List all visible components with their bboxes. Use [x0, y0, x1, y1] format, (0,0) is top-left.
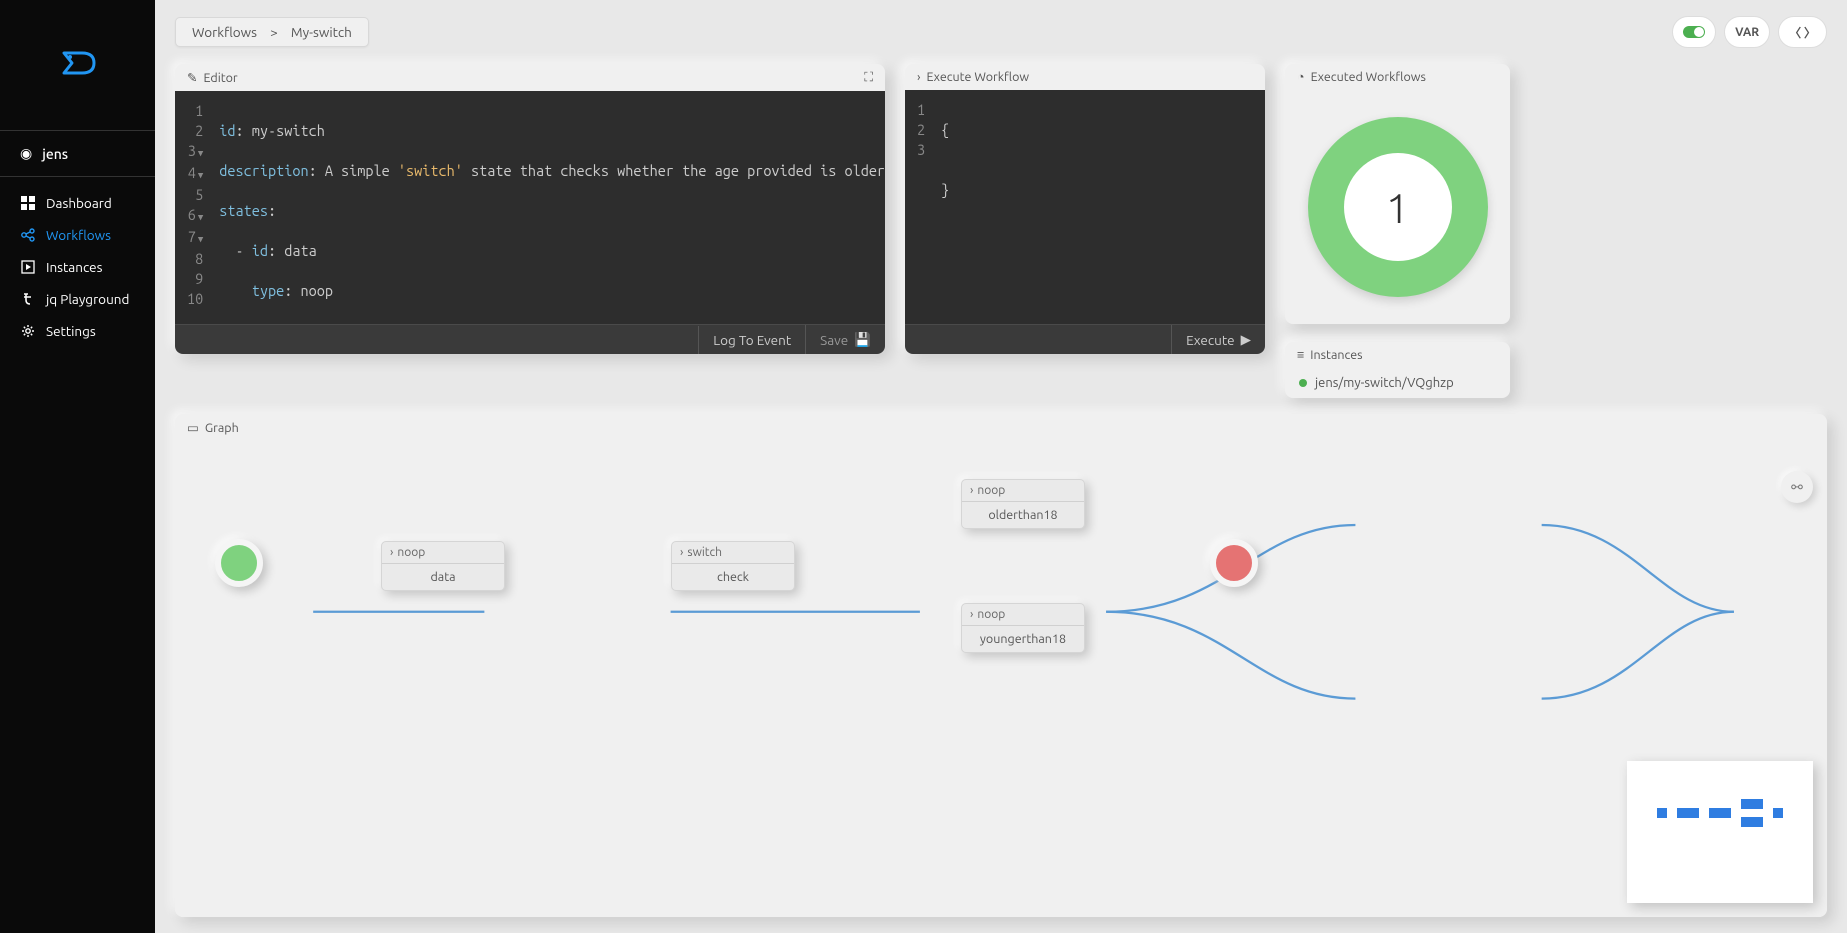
donut-ring: 1	[1308, 117, 1488, 297]
sidebar-item-label: Instances	[46, 259, 103, 275]
workflows-icon	[20, 227, 36, 243]
execute-button[interactable]: Execute ▶	[1171, 325, 1265, 354]
sidebar-item-jq-playground[interactable]: jq Playground	[0, 283, 155, 315]
main-content: Workflows > My-switch VAR 〈 〉 ✎ Editor ⛶…	[155, 0, 1847, 933]
logo-area	[0, 0, 155, 130]
var-button[interactable]: VAR	[1724, 16, 1770, 48]
code-button[interactable]: 〈 〉	[1778, 16, 1827, 48]
sidebar-item-settings[interactable]: Settings	[0, 315, 155, 347]
editor-code[interactable]: 1 2 3▼ 4▼ 5 6▼ 7▼ 8 9 10 id: my-switch d…	[175, 91, 885, 324]
execute-input[interactable]: 1 2 3 { }	[905, 90, 1265, 324]
breadcrumb-root: Workflows	[192, 24, 257, 40]
minimap-content	[1637, 799, 1803, 827]
play-icon: ▶	[1241, 331, 1251, 348]
expand-icon[interactable]: ⛶	[864, 70, 873, 85]
right-column: ◔ Executed Workflows 1 ≡ Instances jens/…	[1285, 64, 1510, 398]
editor-footer: Log To Event Save 💾	[175, 324, 885, 354]
save-button[interactable]: Save 💾	[805, 325, 885, 354]
code-lines: id: my-switch description: A simple 'swi…	[209, 91, 885, 324]
pencil-icon: ✎	[187, 70, 197, 85]
sidebar-item-label: Dashboard	[46, 195, 112, 211]
graph-minimap[interactable]	[1627, 761, 1813, 903]
topbar: Workflows > My-switch VAR 〈 〉	[175, 16, 1827, 48]
editor-gutter: 1 2 3▼ 4▼ 5 6▼ 7▼ 8 9 10	[175, 91, 209, 324]
toggle-on-icon	[1683, 26, 1705, 38]
link-icon: ⚯	[1791, 479, 1803, 496]
sidebar-item-label: jq Playground	[46, 291, 129, 307]
breadcrumb-sep: >	[270, 24, 278, 40]
playground-icon	[20, 291, 36, 307]
executed-workflows-panel: ◔ Executed Workflows 1	[1285, 64, 1510, 324]
sidebar: ◉ jens Dashboard Workflows Instances jq …	[0, 0, 155, 933]
graph-title: Graph	[205, 421, 239, 435]
sidebar-item-instances[interactable]: Instances	[0, 251, 155, 283]
execute-panel: › Execute Workflow 1 2 3 { } Execute ▶	[905, 64, 1265, 354]
log-to-event-button[interactable]: Log To Event	[698, 326, 805, 354]
top-actions: VAR 〈 〉	[1672, 16, 1827, 48]
graph-node-data[interactable]: ›noop data	[381, 541, 505, 591]
graph-link-button[interactable]: ⚯	[1781, 471, 1813, 503]
executed-count: 1	[1344, 153, 1452, 261]
editor-header: ✎ Editor ⛶	[175, 64, 885, 91]
graph-node-youngerthan18[interactable]: ›noop youngerthan18	[961, 603, 1085, 653]
list-icon: ≡	[1297, 348, 1304, 362]
instances-title: Instances	[1310, 348, 1362, 362]
graph-end-node[interactable]	[1210, 539, 1258, 587]
breadcrumb[interactable]: Workflows > My-switch	[175, 17, 369, 47]
status-success-icon	[1299, 379, 1307, 387]
executed-title: Executed Workflows	[1311, 70, 1426, 84]
chevron-right-icon: ›	[680, 546, 683, 559]
instances-header: ≡ Instances	[1285, 342, 1510, 368]
graph-node-olderthan18[interactable]: ›noop olderthan18	[961, 479, 1085, 529]
graph-header: ▭ Graph	[175, 414, 1827, 441]
execute-header: › Execute Workflow	[905, 64, 1265, 90]
breadcrumb-leaf: My-switch	[291, 24, 352, 40]
sidebar-item-workflows[interactable]: Workflows	[0, 219, 155, 251]
graph-panel: ▭ Graph ›noop data ›switch check ›	[175, 414, 1827, 917]
instances-icon	[20, 259, 36, 275]
pie-icon: ◔	[1297, 70, 1305, 84]
dashboard-icon	[20, 195, 36, 211]
workflow-toggle[interactable]	[1672, 16, 1716, 48]
code-icon: 〈 〉	[1789, 24, 1816, 41]
sidebar-item-label: Workflows	[46, 227, 111, 243]
editor-panel: ✎ Editor ⛶ 1 2 3▼ 4▼ 5 6▼ 7▼ 8 9 10	[175, 64, 885, 354]
chevron-right-icon: ›	[970, 608, 973, 621]
settings-icon	[20, 323, 36, 339]
exec-lines: { }	[931, 90, 1016, 324]
executed-header: ◔ Executed Workflows	[1285, 64, 1510, 90]
graph-icon: ▭	[187, 420, 199, 435]
execute-title: Execute Workflow	[927, 70, 1030, 84]
save-icon: 💾	[854, 331, 871, 348]
sidebar-item-dashboard[interactable]: Dashboard	[0, 187, 155, 219]
app-logo-icon	[58, 43, 98, 87]
donut-chart: 1	[1285, 90, 1510, 324]
editor-title: Editor	[203, 71, 237, 85]
namespace-selector[interactable]: ◉ jens	[0, 130, 155, 177]
graph-start-node[interactable]	[215, 539, 263, 587]
chevron-right-icon: ›	[917, 70, 921, 84]
execute-footer: Execute ▶	[905, 324, 1265, 354]
namespace-dot-icon: ◉	[20, 145, 32, 162]
chevron-right-icon: ›	[970, 484, 973, 497]
exec-gutter: 1 2 3	[905, 90, 931, 324]
instance-item[interactable]: jens/my-switch/VQghzp	[1285, 368, 1510, 398]
editor-row: ✎ Editor ⛶ 1 2 3▼ 4▼ 5 6▼ 7▼ 8 9 10	[175, 64, 1827, 398]
sidebar-item-label: Settings	[46, 323, 96, 339]
graph-node-check[interactable]: ›switch check	[671, 541, 795, 591]
nav: Dashboard Workflows Instances jq Playgro…	[0, 177, 155, 347]
namespace-label: jens	[42, 146, 68, 162]
graph-canvas[interactable]: ›noop data ›switch check ›noop olderthan…	[175, 441, 1827, 917]
chevron-right-icon: ›	[390, 546, 393, 559]
instances-panel: ≡ Instances jens/my-switch/VQghzp	[1285, 342, 1510, 398]
instance-path: jens/my-switch/VQghzp	[1315, 376, 1454, 390]
